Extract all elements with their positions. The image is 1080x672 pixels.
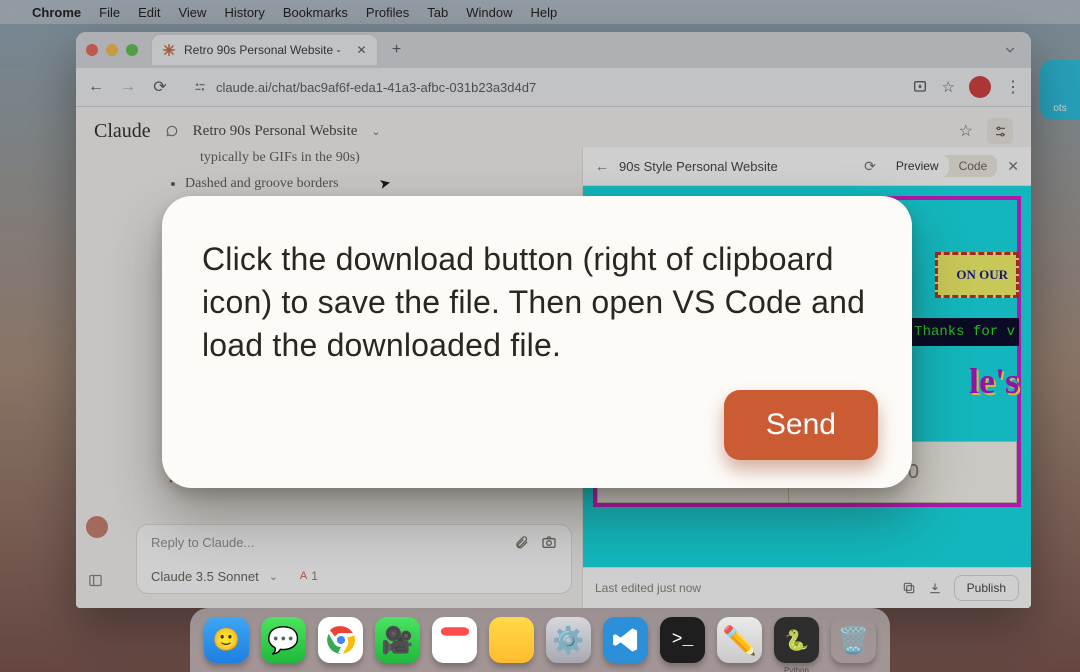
profile-avatar[interactable]	[969, 76, 991, 98]
dock-messages[interactable]: 💬	[261, 617, 306, 663]
model-label[interactable]: Claude 3.5 Sonnet	[151, 569, 259, 584]
menu-window[interactable]: Window	[466, 5, 512, 20]
nav-forward-icon[interactable]: →	[118, 78, 138, 96]
url-text: claude.ai/chat/bac9af6f-eda1-41a3-afbc-0…	[216, 80, 536, 95]
menu-view[interactable]: View	[178, 5, 206, 20]
assistant-message-fragment: typically be GIFs in the 90s) Dashed and…	[100, 147, 558, 196]
font-icon[interactable]: A	[300, 570, 307, 582]
browser-tab[interactable]: Retro 90s Personal Website - ✕	[152, 35, 377, 65]
tab-close-icon[interactable]: ✕	[357, 43, 367, 57]
menu-app-name[interactable]: Chrome	[32, 5, 81, 20]
chrome-tab-strip: Retro 90s Personal Website - ✕ +	[76, 32, 1031, 68]
dock-chrome[interactable]	[318, 617, 363, 663]
nav-reload-icon[interactable]: ⟳	[150, 77, 170, 97]
dock-preview[interactable]: ✏️	[717, 617, 762, 663]
retro-sign: ON OUR	[935, 252, 1019, 298]
model-bar: Claude 3.5 Sonnet ⌄ A 1	[136, 559, 572, 594]
dock-trash[interactable]: 🗑️	[831, 617, 876, 663]
claude-brand[interactable]: Claude	[94, 120, 151, 143]
chat-icon[interactable]	[165, 124, 179, 138]
collapse-sidebar-icon[interactable]	[88, 573, 103, 588]
install-app-icon[interactable]	[912, 79, 928, 95]
menu-edit[interactable]: Edit	[138, 5, 160, 20]
artifact-title: 90s Style Personal Website	[619, 159, 854, 174]
url-field[interactable]: claude.ai/chat/bac9af6f-eda1-41a3-afbc-0…	[182, 73, 900, 101]
instruction-popup: Click the download button (right of clip…	[162, 196, 912, 488]
menu-tab[interactable]: Tab	[427, 5, 448, 20]
dock-settings[interactable]: ⚙️	[546, 617, 591, 663]
reply-placeholder: Reply to Claude...	[151, 535, 502, 550]
model-chevron-icon[interactable]: ⌄	[269, 570, 278, 583]
publish-button[interactable]: Publish	[954, 575, 1019, 601]
dock-terminal[interactable]: >_	[660, 617, 705, 663]
tab-preview[interactable]: Preview	[886, 155, 949, 177]
dock-facetime[interactable]: 🎥	[375, 617, 420, 663]
thread-chevron-icon[interactable]: ⌄	[371, 125, 380, 138]
send-button[interactable]: Send	[724, 390, 878, 460]
artifact-last-edited: Last edited just now	[595, 581, 890, 595]
tab-title: Retro 90s Personal Website -	[184, 43, 341, 57]
chrome-menu-icon[interactable]: ⋮	[1005, 77, 1021, 97]
dock-calendar[interactable]	[432, 617, 477, 663]
message-line-1: typically be GIFs in the 90s)	[200, 147, 558, 169]
artifact-header: ← 90s Style Personal Website ⟳ Preview C…	[583, 147, 1031, 186]
window-zoom-button[interactable]	[126, 44, 138, 56]
tab-code[interactable]: Code	[949, 155, 998, 177]
menu-history[interactable]: History	[224, 5, 264, 20]
dock-python-label: Python	[784, 666, 809, 672]
chrome-address-bar: ← → ⟳ claude.ai/chat/bac9af6f-eda1-41a3-…	[76, 68, 1031, 107]
menu-file[interactable]: File	[99, 5, 120, 20]
tab-favicon-icon	[162, 43, 176, 57]
message-bullet-1: Dashed and groove borders	[185, 173, 558, 195]
window-traffic-lights	[86, 44, 138, 56]
reply-input[interactable]: Reply to Claude...	[136, 524, 572, 560]
retro-headline: le's	[969, 360, 1019, 402]
addr-right-controls: ☆ ⋮	[912, 76, 1021, 98]
window-minimize-button[interactable]	[106, 44, 118, 56]
thread-title[interactable]: Retro 90s Personal Website	[193, 123, 358, 140]
menu-help[interactable]: Help	[531, 5, 558, 20]
retro-marquee: Thanks for v	[896, 318, 1019, 346]
dock-python[interactable]: 🐍 Python	[774, 617, 819, 663]
menu-bookmarks[interactable]: Bookmarks	[283, 5, 348, 20]
site-settings-icon[interactable]	[192, 79, 208, 95]
font-count: 1	[311, 569, 318, 583]
artifact-footer: Last edited just now Publish	[583, 567, 1031, 608]
mac-dock: 🙂 💬 🎥 ⚙️ >_ ✏️ 🐍 Python 🗑️	[190, 608, 890, 672]
thread-star-icon[interactable]: ☆	[959, 121, 973, 141]
artifact-back-icon[interactable]: ←	[595, 158, 609, 174]
mac-menu-bar: Chrome File Edit View History Bookmarks …	[0, 0, 1080, 24]
claude-header: Claude Retro 90s Personal Website ⌄ ☆	[76, 107, 1031, 151]
download-icon[interactable]	[928, 581, 942, 595]
new-tab-button[interactable]: +	[385, 38, 409, 62]
artifact-view-toggle: Preview Code	[886, 155, 997, 177]
dock-finder[interactable]: 🙂	[204, 617, 249, 663]
artifact-close-icon[interactable]: ✕	[1007, 158, 1019, 175]
menu-profiles[interactable]: Profiles	[366, 5, 409, 20]
artifact-refresh-icon[interactable]: ⟳	[864, 158, 876, 175]
user-avatar	[86, 516, 108, 538]
dock-notes[interactable]	[489, 617, 534, 663]
nav-back-icon[interactable]: ←	[86, 78, 106, 96]
instruction-text: Click the download button (right of clip…	[202, 238, 872, 368]
background-window-text: ots	[1053, 103, 1066, 114]
bookmark-star-icon[interactable]: ☆	[942, 78, 955, 96]
dock-vscode[interactable]	[603, 617, 648, 663]
window-close-button[interactable]	[86, 44, 98, 56]
attach-icon[interactable]	[514, 535, 529, 550]
thread-settings-button[interactable]	[987, 118, 1013, 144]
camera-icon[interactable]	[541, 534, 557, 550]
tab-overflow-button[interactable]	[999, 39, 1021, 61]
background-window-pill: ots	[1040, 60, 1080, 120]
copy-icon[interactable]	[902, 581, 916, 595]
